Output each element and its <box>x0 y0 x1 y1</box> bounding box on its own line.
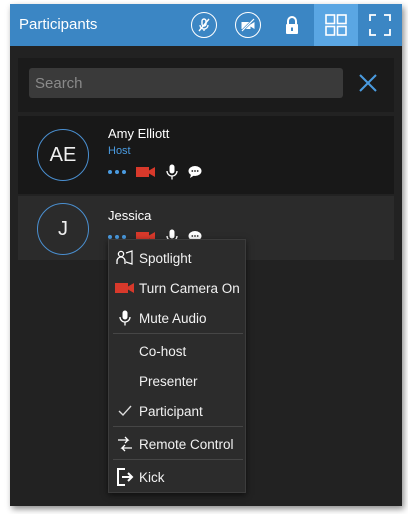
lock-icon <box>286 16 298 34</box>
mute-all-button[interactable] <box>182 4 226 46</box>
menu-item-remote-control[interactable]: Remote Control <box>109 430 245 458</box>
menu-item-label: Turn Camera On <box>139 280 240 296</box>
mic-icon[interactable] <box>166 164 178 180</box>
camera-icon <box>114 281 136 295</box>
menu-item-kick[interactable]: Kick <box>109 463 245 491</box>
participant-controls <box>108 164 212 180</box>
search-input[interactable] <box>29 68 343 98</box>
menu-divider <box>113 333 243 334</box>
menu-item-label: Participant <box>139 403 203 419</box>
close-icon[interactable] <box>356 71 380 95</box>
menu-item-label: Kick <box>139 469 165 485</box>
lock-button[interactable] <box>270 4 314 46</box>
menu-divider <box>113 426 243 427</box>
menu-item-co-host[interactable]: Co-host <box>109 337 245 365</box>
menu-item-participant[interactable]: Participant <box>109 397 245 425</box>
video-off-button[interactable] <box>226 4 270 46</box>
menu-item-turn-camera-on[interactable]: Turn Camera On <box>109 274 245 302</box>
menu-item-label: Mute Audio <box>139 310 207 326</box>
menu-item-spotlight[interactable]: Spotlight <box>109 244 245 272</box>
menu-item-label: Co-host <box>139 343 187 359</box>
mic-icon <box>114 310 136 326</box>
more-options-icon[interactable] <box>108 170 126 174</box>
menu-item-presenter[interactable]: Presenter <box>109 367 245 395</box>
participant-role: Host <box>108 145 131 157</box>
remote-control-icon <box>114 436 136 452</box>
checkmark-icon <box>114 405 136 417</box>
participant-name: Amy Elliott <box>108 126 170 141</box>
menu-divider <box>113 459 243 460</box>
fullscreen-icon <box>369 14 391 36</box>
menu-item-label: Presenter <box>139 373 198 389</box>
participant-card[interactable]: AE Amy Elliott Host <box>18 116 394 194</box>
kick-icon <box>114 468 136 486</box>
participant-name: Jessica <box>108 208 152 223</box>
avatar: AE <box>37 129 89 181</box>
mic-off-icon <box>191 12 217 38</box>
avatar: J <box>37 203 89 255</box>
title-bar: Participants <box>10 4 402 46</box>
fullscreen-button[interactable] <box>358 4 402 46</box>
grid-icon <box>325 14 347 36</box>
participant-context-menu: Spotlight Turn Camera On Mute Audio Co-h… <box>108 239 246 493</box>
window-title: Participants <box>19 16 98 33</box>
menu-item-label: Spotlight <box>139 250 192 266</box>
menu-item-mute-audio[interactable]: Mute Audio <box>109 304 245 332</box>
grid-view-button[interactable] <box>314 4 358 46</box>
camera-icon[interactable] <box>136 165 156 179</box>
spotlight-icon <box>114 250 136 266</box>
menu-item-label: Remote Control <box>139 436 234 452</box>
chat-icon[interactable] <box>188 165 202 179</box>
video-off-icon <box>235 12 261 38</box>
search-panel <box>18 58 394 112</box>
